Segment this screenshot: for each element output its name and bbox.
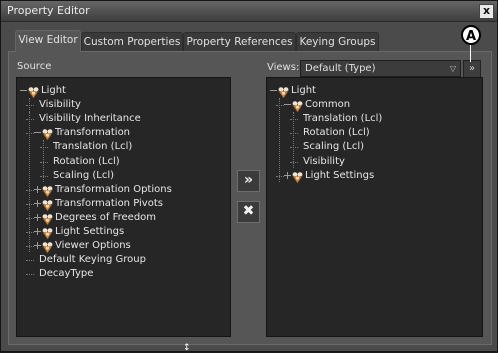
tree-guide-line: [279, 98, 280, 182]
property-folder-icon: [291, 98, 304, 113]
title-bar[interactable]: Property Editor x: [1, 1, 497, 22]
tree-connector-line: [40, 161, 48, 163]
callout-a-marker: A: [461, 25, 481, 45]
tree-item[interactable]: Scaling (Lcl): [303, 140, 364, 154]
tree-connector-line: [290, 147, 298, 149]
callout-pointer-line: [470, 45, 471, 62]
property-folder-icon: [41, 183, 54, 198]
collapse-minus-icon[interactable]: [270, 87, 277, 94]
tree-item[interactable]: Default Keying Group: [39, 253, 146, 267]
property-folder-icon: [41, 211, 54, 226]
tab-view-editor[interactable]: View Editor: [15, 30, 81, 52]
tree-item[interactable]: Transformation Pivots: [55, 197, 163, 211]
expand-plus-icon[interactable]: [34, 199, 41, 207]
tree-connector-line: [276, 175, 284, 177]
tree-item[interactable]: Rotation (Lcl): [303, 126, 370, 140]
tree-guide-line: [29, 112, 30, 252]
tree-item[interactable]: Light Settings: [55, 225, 124, 239]
source-tree[interactable]: Light Visibility Visibility Inheritance Tra…: [16, 77, 231, 337]
tree-connector-line: [26, 189, 34, 191]
collapse-minus-icon[interactable]: [284, 101, 291, 108]
property-folder-icon: [41, 126, 54, 141]
tree-connector-line: [26, 217, 34, 219]
tree-item[interactable]: Transformation: [55, 126, 130, 140]
tree-item[interactable]: Translation (Lcl): [53, 140, 132, 154]
source-label: Source: [17, 61, 52, 72]
property-folder-icon: [277, 84, 290, 99]
tree-item[interactable]: Visibility: [39, 98, 81, 112]
tree-item[interactable]: Visibility: [303, 155, 345, 169]
property-folder-icon: [41, 225, 54, 240]
add-to-view-button[interactable]: »: [237, 170, 260, 192]
tree-item[interactable]: Visibility Inheritance: [39, 112, 141, 126]
remove-from-view-button[interactable]: ✖: [237, 201, 260, 223]
tree-connector-line: [26, 105, 34, 107]
tree-connector-line: [290, 119, 298, 121]
property-folder-icon: [27, 84, 40, 99]
expand-plus-icon[interactable]: [34, 242, 41, 250]
tree-guide-line: [293, 112, 294, 168]
views-tree[interactable]: Light Common Translation (Lcl) Rotation (Lc…: [266, 77, 483, 337]
window-title: Property Editor: [7, 4, 90, 17]
tab-custom-properties[interactable]: Custom Properties: [81, 32, 183, 51]
expand-plus-icon[interactable]: [34, 185, 41, 193]
tree-connector-line: [26, 133, 34, 135]
tree-connector-line: [26, 246, 34, 248]
views-action-button[interactable]: »: [463, 60, 481, 78]
close-button[interactable]: x: [479, 4, 494, 19]
tree-item[interactable]: Light: [41, 84, 66, 98]
tree-item[interactable]: Common: [305, 98, 350, 112]
views-dropdown[interactable]: Default (Type) ▽: [300, 60, 461, 77]
tree-item[interactable]: Translation (Lcl): [303, 112, 382, 126]
collapse-minus-icon[interactable]: [34, 129, 41, 136]
chevron-down-icon: ▽: [449, 64, 456, 73]
tab-property-references[interactable]: Property References: [183, 32, 296, 51]
tree-connector-line: [26, 260, 34, 262]
property-folder-icon: [291, 169, 304, 184]
tree-connector-line: [290, 133, 298, 135]
tree-connector-line: [276, 105, 284, 107]
property-editor-window: Property Editor x View Editor Custom Pro…: [0, 0, 498, 353]
tab-keying-groups[interactable]: Keying Groups: [296, 32, 379, 51]
tree-item[interactable]: Viewer Options: [55, 239, 131, 253]
tree-connector-line: [40, 175, 48, 177]
tree-connector-line: [40, 147, 48, 149]
tree-item[interactable]: Degrees of Freedom: [55, 211, 156, 225]
tree-connector-line: [26, 232, 34, 233]
expand-plus-icon[interactable]: [284, 171, 291, 179]
collapse-minus-icon[interactable]: [20, 87, 27, 94]
tree-guide-line: [43, 140, 44, 182]
tree-item[interactable]: Light Settings: [305, 169, 374, 183]
tree-item[interactable]: Rotation (Lcl): [53, 155, 120, 169]
resize-handle-icon[interactable]: ↕: [183, 344, 191, 353]
views-selected-value: Default (Type): [305, 63, 376, 74]
expand-plus-icon[interactable]: [34, 213, 41, 221]
tree-connector-line: [26, 119, 34, 121]
tree-item[interactable]: Light: [291, 84, 316, 98]
tree-item[interactable]: Scaling (Lcl): [53, 169, 114, 183]
views-label: Views:: [267, 62, 300, 73]
tree-item[interactable]: Transformation Options: [55, 183, 172, 197]
tree-guide-line: [29, 98, 30, 112]
tree-connector-line: [290, 161, 298, 163]
property-folder-icon: [41, 197, 54, 212]
tree-item[interactable]: DecayType: [39, 267, 93, 281]
expand-plus-icon[interactable]: [34, 228, 41, 235]
tree-connector-line: [26, 203, 34, 205]
tree-connector-line: [26, 274, 34, 276]
property-folder-icon: [41, 239, 54, 254]
